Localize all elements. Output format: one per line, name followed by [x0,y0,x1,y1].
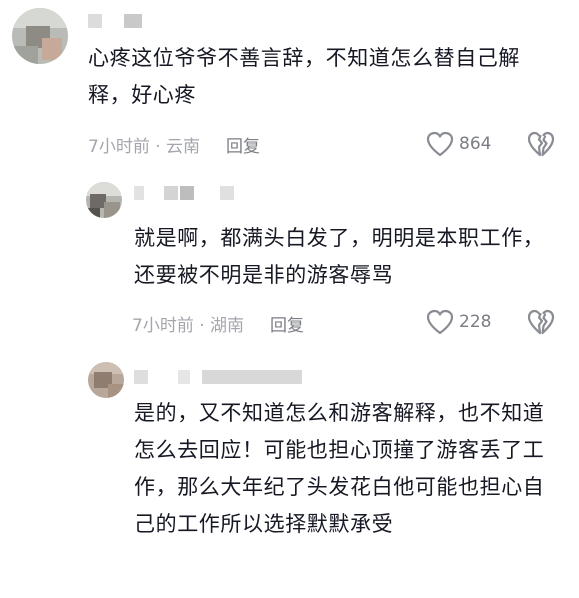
comment-item: 心疼这位爷爷不善言辞，不知道怎么替自己解释，好心疼 7小时前 · 云南 回复 86… [0,0,579,168]
comment-text: 是的，又不知道怎么和游客解释，也不知道怎么去回应！可能也担心顶撞了游客丢了工作，… [134,401,545,536]
avatar[interactable] [12,8,68,64]
comment-text: 心疼这位爷爷不善言辞，不知道怎么替自己解释，好心疼 [88,46,520,107]
reply-button[interactable]: 回复 [270,316,304,336]
like-button[interactable]: 864 [426,131,491,157]
time-location: 7小时前 · 湖南 [132,316,245,336]
reply-button[interactable]: 回复 [226,137,260,157]
comment-text: 就是啊，都满头白发了，明明是本职工作，还要被不明是非的游客辱骂 [134,226,545,287]
reply-item: 是的，又不知道怎么和游客解释，也不知道怎么去回应！可能也担心顶撞了游客丢了工作，… [0,350,579,598]
username-blurred[interactable] [88,14,142,28]
comment-meta: 7小时前 · 湖南 回复 [132,311,304,336]
comment-thread: 心疼这位爷爷不善言辞，不知道怎么替自己解释，好心疼 7小时前 · 云南 回复 86… [0,0,579,598]
time-location: 7小时前 · 云南 [88,137,201,157]
dislike-broken-heart-icon[interactable] [527,309,555,335]
username-blurred[interactable] [134,370,302,384]
username-blurred[interactable] [134,186,234,200]
avatar[interactable] [88,362,124,398]
comment-meta: 7小时前 · 云南 回复 [88,132,260,157]
heart-icon [426,131,454,157]
like-button[interactable]: 228 [426,309,491,335]
like-count: 864 [459,134,492,154]
reply-item: 就是啊，都满头白发了，明明是本职工作，还要被不明是非的游客辱骂 7小时前 · 湖… [0,168,579,348]
dislike-broken-heart-icon[interactable] [527,131,555,157]
avatar[interactable] [86,182,122,218]
like-count: 228 [459,312,492,332]
heart-icon [426,309,454,335]
